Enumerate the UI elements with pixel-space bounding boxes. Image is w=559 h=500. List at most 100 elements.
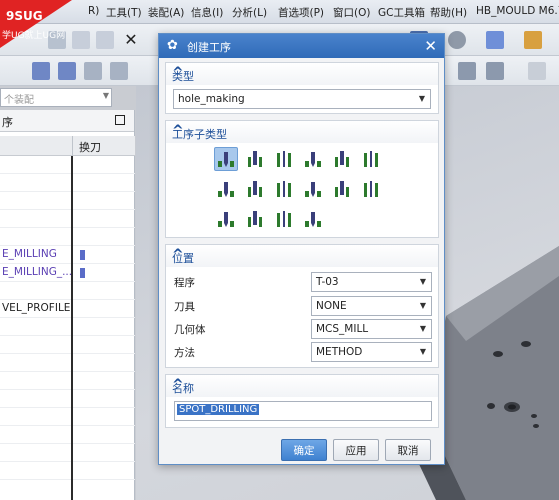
render-icon[interactable] [448, 31, 466, 49]
navigator-row[interactable] [0, 192, 135, 210]
navigator-row[interactable] [0, 282, 135, 300]
dialog-titlebar: ✿ 创建工序 ✕ [159, 34, 444, 58]
chevron-down-icon: ▼ [418, 94, 425, 103]
chevron-down-icon: ▼ [419, 347, 426, 356]
navigator-row[interactable] [0, 372, 135, 390]
navigator-row[interactable] [0, 210, 135, 228]
menu-info[interactable]: 信息(I) [191, 5, 223, 20]
operation-name-input[interactable]: SPOT_DRILLING [174, 401, 432, 421]
geometry-select[interactable]: MCS_MILL ▼ [311, 319, 432, 339]
method-label: 方法 [174, 347, 195, 359]
type-section: 类型 ^ hole_making ▼ [165, 62, 439, 114]
operation-icon[interactable] [58, 62, 76, 80]
tapping-icon[interactable] [272, 147, 296, 171]
clock-icon[interactable] [486, 62, 504, 80]
folder-icon[interactable] [524, 31, 542, 49]
subtype-section-header[interactable]: 工序子类型 ^ [166, 121, 438, 143]
assembly-filter[interactable]: 个装配 ▼ [0, 88, 112, 107]
cancel-button[interactable]: 取消 [385, 439, 431, 461]
hole-milling-icon[interactable] [330, 177, 354, 201]
maximize-icon[interactable] [115, 115, 125, 125]
menu-gc-toolbox[interactable]: GC工具箱 [378, 5, 425, 20]
chevron-down-icon: ▼ [419, 301, 426, 310]
operation-name-value: SPOT_DRILLING [177, 404, 260, 415]
location-section: 位置 ^ 程序 T-03 ▼ 刀具 NONE ▼ 几何体 MCS_MILL ▼ … [165, 244, 439, 368]
navigator-row-label: E_MILLING_... [2, 266, 73, 278]
collapse-icon[interactable]: ^ [172, 247, 432, 263]
navigator-row[interactable] [0, 408, 135, 426]
navigator-row[interactable] [0, 462, 135, 480]
collapse-icon[interactable]: ^ [172, 123, 432, 139]
program-value: T-03 [316, 276, 339, 288]
navigator-row[interactable] [0, 318, 135, 336]
method-value: METHOD [316, 346, 363, 358]
navigator-row[interactable] [0, 390, 135, 408]
program-select[interactable]: T-03 ▼ [311, 272, 432, 292]
name-section-header[interactable]: 名称 ^ [166, 375, 438, 397]
hole-milling-thread-icon[interactable] [272, 207, 296, 231]
navigator-row[interactable]: VEL_PROFILE [0, 300, 135, 318]
location-section-header[interactable]: 位置 ^ [166, 245, 438, 267]
type-select[interactable]: hole_making ▼ [173, 89, 431, 109]
flag-icon[interactable] [528, 62, 546, 80]
menu-assembly[interactable]: 装配(A) [148, 5, 184, 20]
operation-icon[interactable] [110, 62, 128, 80]
navigator-row[interactable]: E_MILLING_... [0, 264, 135, 282]
report-icon[interactable] [458, 62, 476, 80]
paste-icon[interactable] [96, 31, 114, 49]
navigator-row[interactable] [0, 228, 135, 246]
navigator-header: 序 [0, 110, 134, 132]
geometry-value: MCS_MILL [316, 323, 369, 335]
navigator-row[interactable] [0, 336, 135, 354]
collapse-icon[interactable]: ^ [172, 377, 432, 393]
svg-text:9SUG: 9SUG [6, 9, 43, 23]
close-icon[interactable]: ✕ [424, 37, 437, 55]
navigator-title: 序 [2, 116, 13, 129]
gear-icon: ✿ [167, 38, 178, 53]
operation-icon[interactable] [32, 62, 50, 80]
spot-drilling-icon[interactable] [214, 147, 238, 171]
boss-milling-icon[interactable] [359, 177, 383, 201]
collapse-icon[interactable]: ^ [172, 65, 432, 81]
thread-icon[interactable] [243, 177, 267, 201]
menu-hb-mould[interactable]: HB_MOULD M6.7 [476, 5, 559, 17]
chevron-down-icon: ▼ [419, 277, 426, 286]
drilling-icon[interactable] [243, 147, 267, 171]
counterbore-icon[interactable] [359, 147, 383, 171]
type-section-header[interactable]: 类型 ^ [166, 63, 438, 85]
tool-value: NONE [316, 300, 347, 312]
hole-routing-icon[interactable] [243, 207, 267, 231]
operation-icon[interactable] [84, 62, 102, 80]
method-select[interactable]: METHOD ▼ [311, 342, 432, 362]
feature-grouping-icon[interactable] [214, 207, 238, 231]
navigator-row[interactable] [0, 444, 135, 462]
dialog-title: 创建工序 [187, 41, 231, 54]
menu-tools[interactable]: 工具(T) [106, 5, 142, 20]
ok-button[interactable]: 确定 [281, 439, 327, 461]
create-operation-dialog: ✿ 创建工序 ✕ 类型 ^ hole_making ▼ 工序子类型 ^ 位置 ^… [158, 33, 445, 465]
hole-chamfer-icon[interactable] [272, 177, 296, 201]
navigator-row[interactable] [0, 174, 135, 192]
boring-icon[interactable] [301, 147, 325, 171]
navigator-row-label: E_MILLING [2, 248, 57, 260]
cube-icon[interactable] [486, 31, 504, 49]
navigator-row[interactable] [0, 156, 135, 174]
back-counterbore-icon[interactable] [301, 177, 325, 201]
reaming-icon[interactable] [330, 147, 354, 171]
apply-button[interactable]: 应用 [333, 439, 379, 461]
countersink-icon[interactable] [214, 177, 238, 201]
delete-icon[interactable]: ✕ [122, 31, 140, 49]
column-tool-change[interactable]: 换刀 [72, 136, 135, 156]
menu-analysis[interactable]: 分析(L) [232, 5, 267, 20]
chevron-down-icon: ▼ [102, 91, 109, 100]
navigator-row[interactable]: E_MILLING [0, 246, 135, 264]
tool-select[interactable]: NONE ▼ [311, 296, 432, 316]
tool-change-icon [80, 268, 85, 278]
menu-window[interactable]: 窗口(O) [333, 5, 370, 20]
menu-help[interactable]: 帮助(H) [430, 5, 467, 20]
navigator-row[interactable] [0, 354, 135, 372]
menu-preferences[interactable]: 首选项(P) [278, 5, 324, 20]
navigator-row[interactable] [0, 426, 135, 444]
menu-item[interactable]: R) [88, 5, 99, 17]
cylinder-milling-icon[interactable] [301, 207, 325, 231]
